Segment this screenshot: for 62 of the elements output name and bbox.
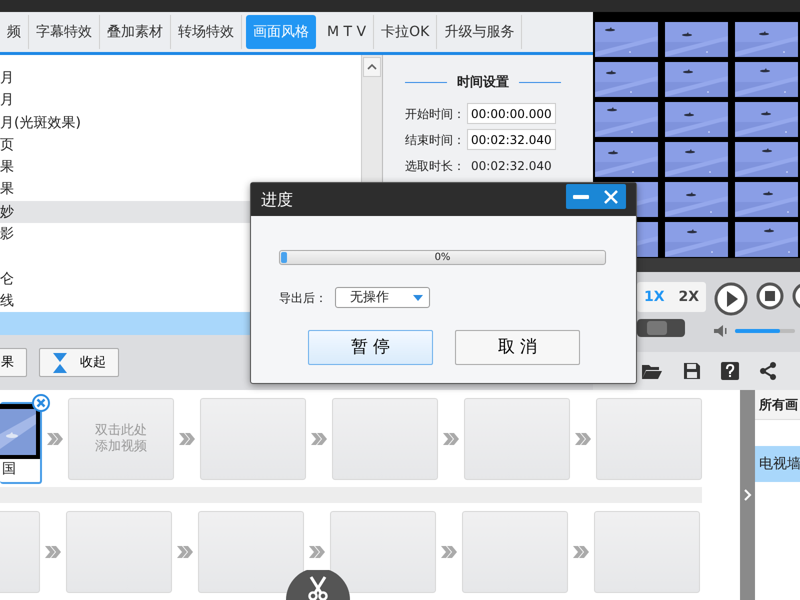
tab[interactable]: 卡拉OK [374, 15, 438, 49]
duration-text: 00:02:32.040 [471, 158, 552, 174]
tab[interactable]: 叠加素材 [100, 15, 171, 49]
tab[interactable]: 频 [0, 15, 29, 49]
chevron-icon [47, 432, 63, 446]
field-label: 开始时间： [405, 106, 465, 122]
chevron-icon [573, 544, 589, 558]
play-icon[interactable] [714, 282, 748, 316]
speed-slider[interactable] [646, 320, 667, 334]
dialog-button[interactable]: 暂 停 [308, 330, 433, 365]
field-label: 结束时间： [405, 132, 465, 148]
volume-slider[interactable] [735, 329, 780, 333]
scroll-up-icon[interactable] [367, 64, 377, 70]
tab[interactable]: 转场特效 [171, 15, 242, 49]
toolbar-button[interactable]: 收起 [39, 348, 119, 377]
volume-icon[interactable] [713, 324, 729, 338]
dialog-button[interactable]: 取 消 [455, 330, 580, 365]
dropdown[interactable]: 无操作 [335, 287, 430, 308]
help-icon[interactable] [721, 362, 739, 380]
tab[interactable]: M T V [320, 15, 374, 49]
caret-icon [413, 294, 423, 300]
slot-hint: 双击此处添加视频 [94, 422, 148, 454]
time-field[interactable]: 00:00:00.000 [467, 103, 556, 124]
section-title: 时间设置 [457, 74, 509, 92]
divider-line [405, 82, 447, 84]
minimize-icon [573, 194, 589, 198]
share-icon[interactable] [759, 362, 777, 380]
toolbar-button[interactable]: 果 [0, 348, 27, 377]
tab[interactable]: 升级与服务 [437, 15, 522, 49]
video-slot[interactable] [198, 510, 304, 592]
expand-handle-icon[interactable] [744, 489, 752, 501]
chevron-icon [443, 432, 459, 446]
chevron-icon [177, 544, 193, 558]
chevron-icon [309, 544, 325, 558]
video-clip[interactable]: 国 [0, 402, 42, 484]
close-icon[interactable] [32, 394, 50, 412]
progress-text: 0% [434, 251, 450, 265]
video-slot[interactable] [330, 510, 436, 592]
tab[interactable]: 字幕特效 [29, 15, 100, 49]
chevron-icon [179, 432, 195, 446]
list-item[interactable]: 月 [0, 89, 361, 112]
list-item[interactable]: 月 [0, 67, 361, 90]
scissors-button[interactable] [286, 570, 350, 600]
chevron-icon [311, 432, 327, 446]
time-field[interactable]: 00:02:32.040 [467, 129, 556, 150]
stop-icon[interactable] [756, 282, 784, 310]
chevron-icon [45, 544, 61, 558]
list-item[interactable]: 果 [0, 156, 361, 178]
chevron-icon [441, 544, 457, 558]
list-item[interactable]: 页 [0, 134, 361, 156]
list-item[interactable]: 月(光斑效果) [0, 112, 361, 134]
panel-header: 所有画 [755, 390, 800, 420]
collapse-icon [52, 352, 68, 374]
divider-line [519, 82, 561, 84]
clip-caption: 国 [1, 460, 17, 478]
close-icon [603, 188, 619, 204]
save-icon[interactable] [683, 362, 701, 380]
field-label: 选取时长： [405, 158, 465, 174]
field-label: 导出后： [279, 290, 327, 306]
folder-icon[interactable] [641, 362, 663, 380]
speed-button[interactable]: 2X [672, 286, 706, 308]
chevron-icon [575, 432, 591, 446]
